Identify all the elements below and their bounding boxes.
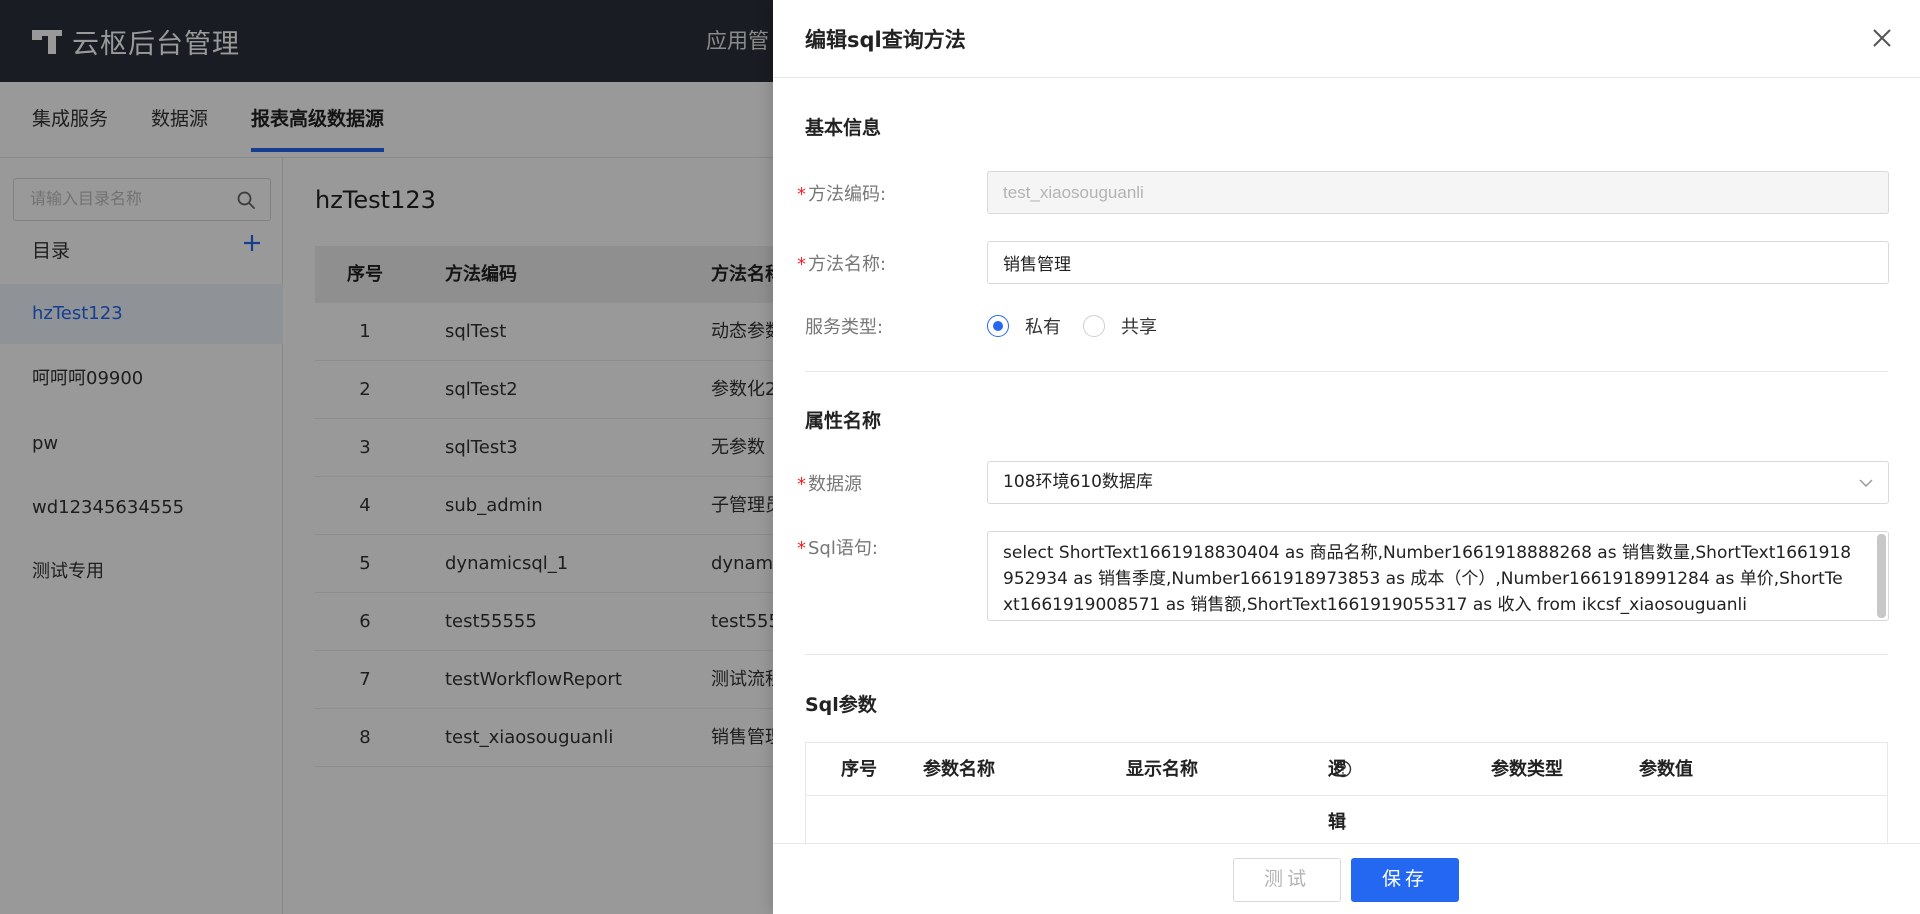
method-code-input: [987, 171, 1889, 214]
sql-label-text: Sql语句:: [808, 538, 878, 559]
divider: [805, 654, 1888, 655]
radio-private-dot: [987, 315, 1009, 337]
param-column-logic: 逻辑关系: [1328, 743, 1352, 886]
radio-private[interactable]: 私有: [987, 313, 1061, 339]
datasource-label-text: 数据源: [808, 474, 862, 495]
required-mark: *: [797, 538, 806, 559]
sql-label: * Sql语句:: [797, 534, 878, 560]
sql-scrollbar[interactable]: [1877, 534, 1886, 618]
drawer-footer: 测试 保存: [773, 843, 1920, 914]
datasource-select[interactable]: 108环境610数据库: [987, 461, 1889, 504]
param-column-value: 参数值: [1639, 759, 1693, 780]
close-icon[interactable]: [1870, 26, 1894, 50]
chevron-down-icon: [1859, 479, 1873, 488]
radio-private-label: 私有: [1025, 317, 1061, 338]
method-code-label-text: 方法编码:: [808, 184, 887, 205]
param-column-name: 参数名称: [923, 759, 995, 780]
param-column-display-name: 显示名称: [1126, 759, 1198, 780]
required-mark: *: [797, 254, 806, 275]
drawer-title: 编辑sql查询方法: [805, 28, 966, 52]
method-name-label: * 方法名称:: [797, 250, 886, 276]
section-attributes: 属性名称: [805, 410, 882, 432]
param-column-index: 序号: [841, 759, 877, 780]
section-sql-params: Sql参数: [805, 694, 877, 716]
radio-shared-dot: [1083, 315, 1105, 337]
service-type-label: 服务类型:: [805, 317, 884, 338]
param-column-type: 参数类型: [1491, 759, 1563, 780]
required-mark: *: [797, 184, 806, 205]
radio-shared-label: 共享: [1121, 317, 1157, 338]
radio-shared[interactable]: 共享: [1083, 313, 1157, 339]
test-button[interactable]: 测试: [1233, 858, 1341, 902]
section-basic-info: 基本信息: [805, 117, 882, 139]
save-button[interactable]: 保存: [1351, 858, 1459, 902]
datasource-selected-value: 108环境610数据库: [1003, 472, 1153, 492]
method-name-input[interactable]: [987, 241, 1889, 284]
sql-text: select ShortText1661918830404 as 商品名称,Nu…: [1003, 543, 1852, 615]
method-name-label-text: 方法名称:: [808, 254, 887, 275]
drawer-header: 编辑sql查询方法: [773, 0, 1920, 78]
sql-textarea[interactable]: select ShortText1661918830404 as 商品名称,Nu…: [987, 531, 1889, 621]
method-code-label: * 方法编码:: [797, 180, 886, 206]
required-mark: *: [797, 474, 806, 495]
datasource-label: * 数据源: [797, 470, 862, 496]
param-table-header: 序号 参数名称 显示名称 逻辑关系 参数类型 参数值: [806, 743, 1887, 886]
divider: [805, 371, 1888, 372]
edit-sql-method-drawer: 编辑sql查询方法 基本信息 *方法编码: *方法名称: 服务类型: 私有 共享…: [773, 0, 1920, 914]
